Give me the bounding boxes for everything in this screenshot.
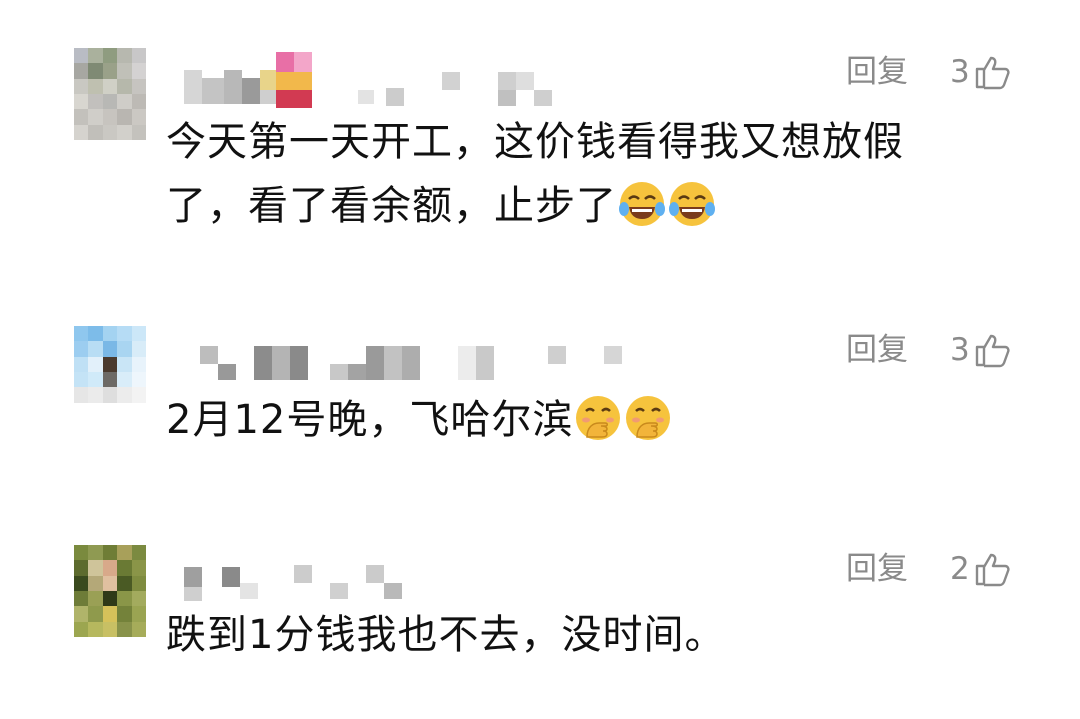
username-blurred[interactable] xyxy=(180,52,600,108)
like-button[interactable]: 3 xyxy=(950,330,1012,370)
face-with-hand-over-mouth-icon xyxy=(576,396,621,440)
like-count: 2 xyxy=(950,551,970,587)
reply-button[interactable]: 回复 xyxy=(846,52,908,92)
comment-text-line: 2月12号晚，飞哈尔滨 xyxy=(166,388,986,452)
comment-text-line: 了，看了看余额，止步了 xyxy=(166,174,986,238)
thumbs-up-icon xyxy=(974,54,1012,90)
like-button[interactable]: 2 xyxy=(950,549,1012,589)
username-blurred[interactable] xyxy=(180,549,600,603)
username-blurred[interactable] xyxy=(180,330,622,384)
comment-text-line: 今天第一天开工，这价钱看得我又想放假 xyxy=(166,119,904,165)
comment-text-fragment: 2月12号晚，飞哈尔滨 xyxy=(166,397,574,443)
like-button[interactable]: 3 xyxy=(950,52,1012,92)
face-with-tears-of-joy-icon xyxy=(669,182,715,226)
like-count: 3 xyxy=(950,332,970,368)
avatar[interactable] xyxy=(74,545,146,637)
face-with-tears-of-joy-icon xyxy=(619,182,665,226)
comment-text: 2月12号晚，飞哈尔滨 xyxy=(166,388,986,452)
reply-button[interactable]: 回复 xyxy=(846,330,908,370)
like-count: 3 xyxy=(950,54,970,90)
comment-text: 今天第一天开工，这价钱看得我又想放假 了，看了看余额，止步了 xyxy=(166,110,986,238)
comment-text-fragment: 了，看了看余额，止步了 xyxy=(166,183,617,229)
face-with-hand-over-mouth-icon xyxy=(626,396,671,440)
reply-button[interactable]: 回复 xyxy=(846,549,908,589)
avatar[interactable] xyxy=(74,48,146,140)
thumbs-up-icon xyxy=(974,551,1012,587)
thumbs-up-icon xyxy=(974,332,1012,368)
comment-text: 跌到1分钱我也不去，没时间。 xyxy=(166,603,986,667)
avatar[interactable] xyxy=(74,326,146,418)
comment-text-line: 跌到1分钱我也不去，没时间。 xyxy=(166,612,726,658)
